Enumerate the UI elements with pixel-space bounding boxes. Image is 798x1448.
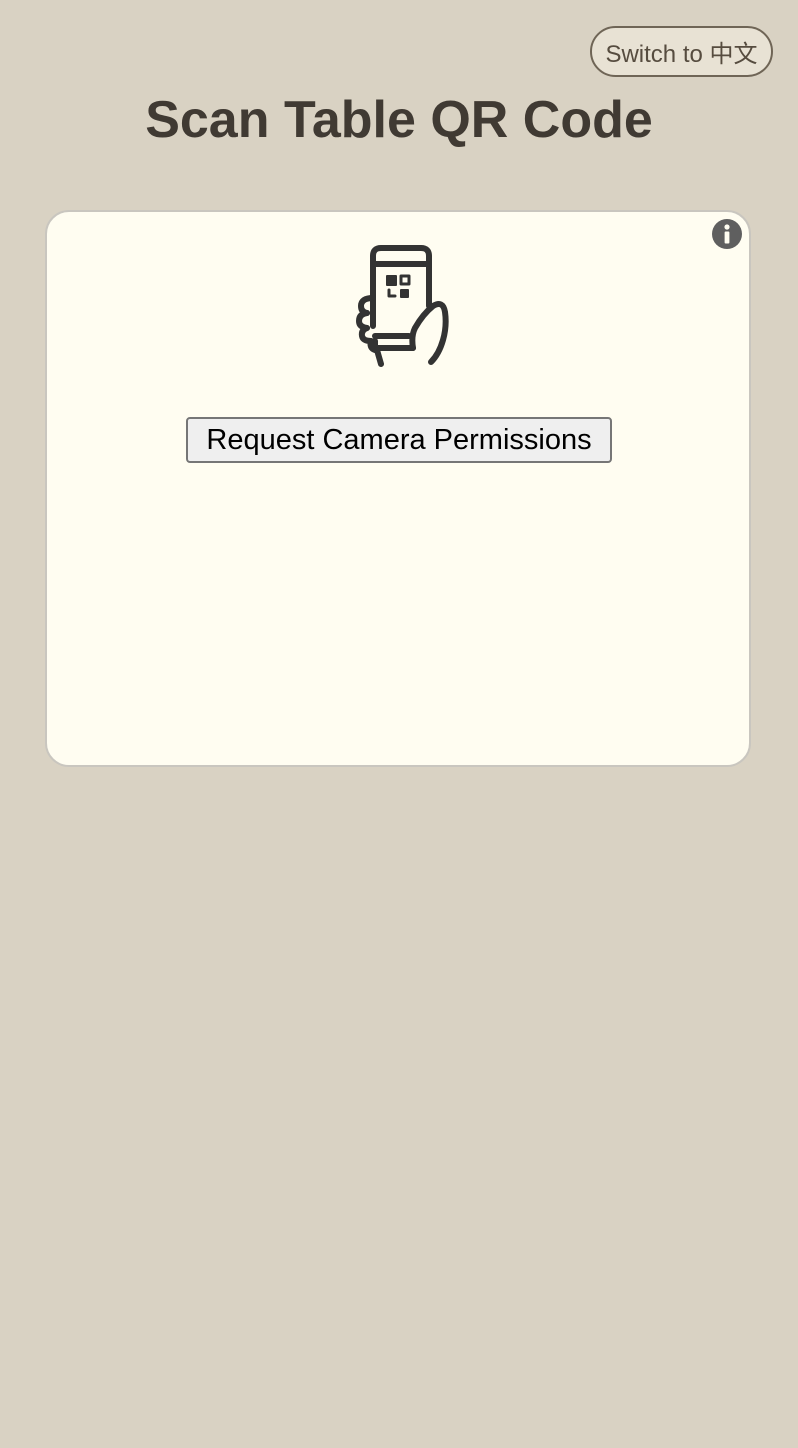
request-camera-permissions-button[interactable]: Request Camera Permissions [186,417,612,463]
language-toggle-button[interactable]: Switch to 中文 [590,26,773,77]
phone-qr-scan-icon [356,245,449,367]
page-title: Scan Table QR Code [145,91,653,149]
info-icon[interactable] [711,218,743,250]
scanner-card: Request Camera Permissions [45,210,751,767]
